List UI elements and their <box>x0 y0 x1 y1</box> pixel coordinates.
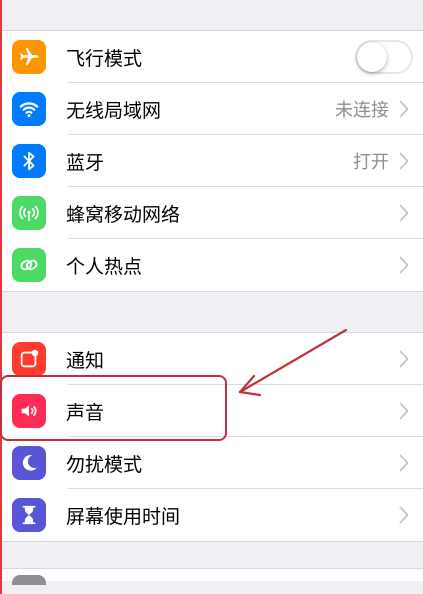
wifi-icon <box>12 92 46 126</box>
chevron-right-icon <box>399 350 409 368</box>
chevron-right-icon <box>399 506 409 524</box>
next-group-partial <box>0 568 423 585</box>
bluetooth-status-value: 打开 <box>353 152 389 173</box>
cellular-label: 蜂窝移动网络 <box>66 203 181 226</box>
airplane-mode-toggle[interactable] <box>355 40 413 74</box>
bluetooth-icon <box>12 144 46 178</box>
highlight-box <box>0 375 227 441</box>
settings-row-personal-hotspot[interactable]: 个人热点 <box>0 239 423 291</box>
settings-row-bluetooth[interactable]: 蓝牙 打开 <box>0 135 423 187</box>
settings-row-airplane-mode: 飞行模式 <box>0 31 423 83</box>
section-spacer-bottom <box>0 542 423 568</box>
chevron-right-icon <box>399 100 409 118</box>
airplane-mode-label: 飞行模式 <box>66 47 143 70</box>
wifi-status-value: 未连接 <box>335 100 389 121</box>
wifi-label: 无线局域网 <box>66 99 162 122</box>
hotspot-link-icon <box>12 248 46 282</box>
settings-row-do-not-disturb[interactable]: 勿扰模式 <box>0 437 423 489</box>
hourglass-icon <box>12 498 46 532</box>
personal-hotspot-label: 个人热点 <box>66 255 143 278</box>
settings-row-screen-time[interactable]: 屏幕使用时间 <box>0 489 423 541</box>
settings-row-wifi[interactable]: 无线局域网 未连接 <box>0 83 423 135</box>
do-not-disturb-label: 勿扰模式 <box>66 453 143 476</box>
chevron-right-icon <box>399 402 409 420</box>
cellular-antenna-icon <box>12 196 46 230</box>
notifications-icon <box>12 342 46 376</box>
settings-row-cellular[interactable]: 蜂窝移动网络 <box>0 187 423 239</box>
moon-icon <box>12 446 46 480</box>
annotation-arrow-icon <box>238 328 348 397</box>
settings-group-connectivity: 飞行模式 无线局域网 未连接 蓝牙 打开 蜂窝移动网络 个人热点 <box>0 31 423 292</box>
toggle-knob <box>357 42 387 72</box>
section-spacer <box>0 292 423 332</box>
airplane-icon <box>12 40 46 74</box>
chevron-right-icon <box>399 204 409 222</box>
top-spacer <box>0 0 423 31</box>
bluetooth-label: 蓝牙 <box>66 151 105 174</box>
general-settings-icon <box>12 575 46 585</box>
chevron-right-icon <box>399 454 409 472</box>
left-edge-marker <box>0 0 2 594</box>
screen-time-label: 屏幕使用时间 <box>66 505 181 528</box>
chevron-right-icon <box>399 256 409 274</box>
chevron-right-icon <box>399 152 409 170</box>
